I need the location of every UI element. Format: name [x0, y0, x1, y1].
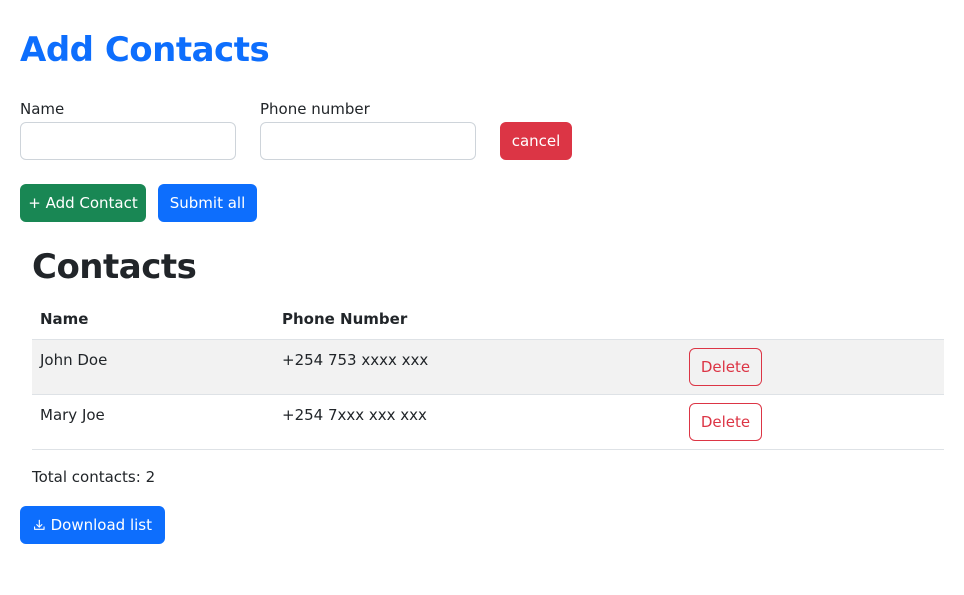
- phone-field-group: Phone number: [260, 98, 476, 160]
- table-row: Mary Joe +254 7xxx xxx xxx Delete: [32, 395, 944, 450]
- total-contacts: Total contacts: 2: [32, 468, 156, 486]
- phone-input[interactable]: [260, 122, 476, 160]
- name-label: Name: [20, 100, 65, 118]
- delete-button[interactable]: Delete: [689, 348, 762, 386]
- contacts-heading: Contacts: [32, 247, 197, 287]
- submit-all-button[interactable]: Submit all: [158, 184, 257, 222]
- contacts-table: Name Phone Number John Doe +254 753 xxxx…: [32, 298, 944, 450]
- cancel-button[interactable]: cancel: [500, 122, 572, 160]
- page-title: Add Contacts: [20, 30, 270, 70]
- contact-name: John Doe: [40, 351, 108, 369]
- name-input[interactable]: [20, 122, 236, 160]
- contact-phone: +254 7xxx xxx xxx: [282, 406, 427, 424]
- delete-button[interactable]: Delete: [689, 403, 762, 441]
- phone-label: Phone number: [260, 100, 370, 118]
- download-list-button[interactable]: Download list: [20, 506, 165, 544]
- table-row: John Doe +254 753 xxxx xxx Delete: [32, 340, 944, 395]
- name-field-group: Name: [20, 98, 236, 160]
- contact-name: Mary Joe: [40, 406, 105, 424]
- table-header: Name Phone Number: [32, 298, 944, 340]
- column-header-name: Name: [40, 310, 89, 328]
- download-list-label: Download list: [50, 516, 152, 534]
- download-icon: [34, 519, 45, 530]
- contact-phone: +254 753 xxxx xxx: [282, 351, 429, 369]
- column-header-phone: Phone Number: [282, 310, 408, 328]
- add-contact-button[interactable]: + Add Contact: [20, 184, 146, 222]
